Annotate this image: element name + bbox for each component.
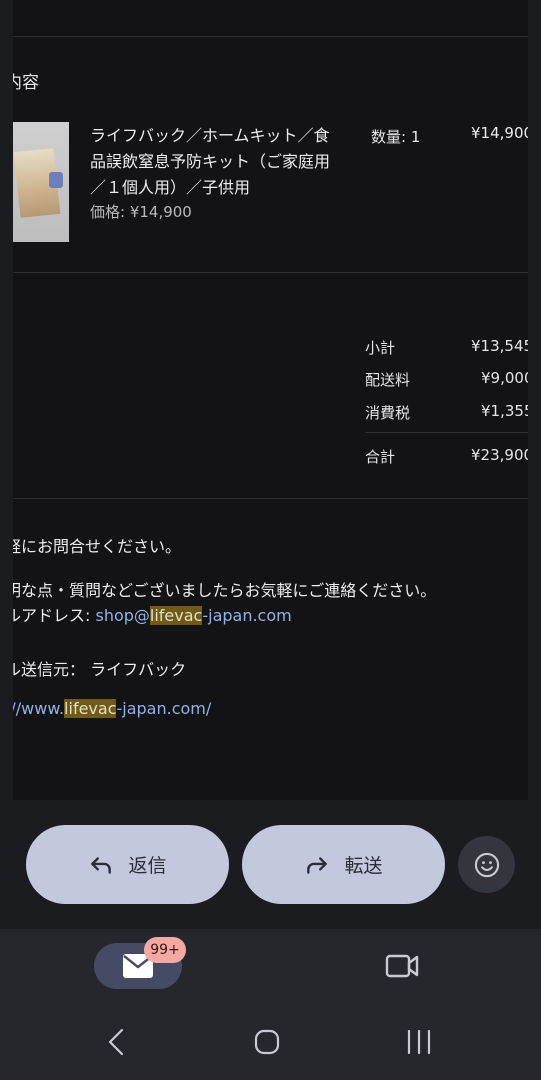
recents-icon <box>407 1029 431 1055</box>
product-name[interactable]: ライフバック／ホームキット／食 品誤飲窒息予防キット（ご家庭用 ／１個人用）／子… <box>90 123 360 201</box>
search-highlight: lifevac <box>64 699 117 718</box>
link-text: ://www. <box>13 699 65 718</box>
system-home-button[interactable] <box>254 1028 280 1060</box>
emoji-icon <box>474 852 499 877</box>
system-recents-button[interactable] <box>405 1028 433 1060</box>
email-view: 内容 ライフバック／ホームキット／食 品誤飲窒息予防キット（ご家庭用 ／１個人用… <box>0 0 541 1080</box>
home-icon <box>254 1029 280 1055</box>
system-back-button[interactable] <box>104 1028 128 1060</box>
product-name-line: 品誤飲窒息予防キット（ご家庭用 <box>90 152 331 171</box>
email-body[interactable]: 内容 ライフバック／ホームキット／食 品誤飲窒息予防キット（ご家庭用 ／１個人用… <box>13 0 528 800</box>
link-text: -japan.com <box>202 606 292 625</box>
summary-value: ¥23,900 <box>471 446 528 464</box>
summary-value: ¥9,000 <box>481 369 528 387</box>
section-title: 内容 <box>13 73 39 93</box>
summary-label: 配送料 <box>365 371 411 389</box>
product-image-accent <box>49 172 63 188</box>
product-name-line: ライフバック／ホームキット／食 <box>90 126 330 145</box>
summary-label: 消費税 <box>365 404 411 422</box>
search-highlight: lifevac <box>149 606 203 625</box>
product-image[interactable] <box>13 122 69 242</box>
summary-value: ¥1,355 <box>481 402 528 420</box>
link-text: -japan.com/ <box>116 699 212 718</box>
product-line-total: ¥14,900 <box>471 124 528 142</box>
summary-divider <box>365 432 528 433</box>
emoji-reaction-button[interactable] <box>458 836 515 893</box>
summary-shipping: 配送料 ¥9,000 <box>365 369 528 393</box>
summary-total: 合計 ¥23,900 <box>365 446 528 470</box>
video-icon <box>385 954 419 978</box>
sender-line: ル送信元： ライフバック <box>13 660 187 679</box>
summary-subtotal: 小計 ¥13,545 <box>365 337 528 361</box>
body-text: 軽にお問合せください。 <box>13 537 182 556</box>
reply-button[interactable]: 返信 <box>26 825 229 904</box>
product-price: 価格: ¥14,900 <box>90 203 192 221</box>
mail-address-line: ルアドレス: shop@lifevac-japan.com <box>13 602 292 626</box>
forward-button[interactable]: 転送 <box>242 825 445 904</box>
nav-meet-tab[interactable] <box>384 951 420 985</box>
link-text: shop@ <box>95 606 150 625</box>
divider <box>13 272 528 273</box>
summary-tax: 消費税 ¥1,355 <box>365 402 528 426</box>
reply-icon <box>91 856 112 874</box>
forward-label: 転送 <box>344 855 383 877</box>
mail-address-link[interactable]: shop@lifevac-japan.com <box>95 606 292 625</box>
reply-label: 返信 <box>128 855 167 877</box>
bottom-nav: 99+ <box>0 929 541 1002</box>
mail-address-label: ルアドレス: <box>13 606 96 625</box>
back-icon <box>108 1028 124 1056</box>
summary-value: ¥13,545 <box>471 337 528 355</box>
summary-label: 小計 <box>365 339 396 357</box>
system-nav-bar <box>0 1002 541 1080</box>
product-name-line: ／１個人用）／子供用 <box>90 178 251 197</box>
divider <box>13 36 528 37</box>
website-link[interactable]: ://www.lifevac-japan.com/ <box>13 699 211 718</box>
divider <box>13 498 528 499</box>
product-quantity: 数量: 1 <box>371 128 421 146</box>
unread-badge: 99+ <box>144 937 186 963</box>
forward-icon <box>307 856 328 874</box>
summary-label: 合計 <box>365 448 396 466</box>
body-text: 明な点・質問などございましたらお気軽にご連絡ください。 <box>13 581 437 600</box>
